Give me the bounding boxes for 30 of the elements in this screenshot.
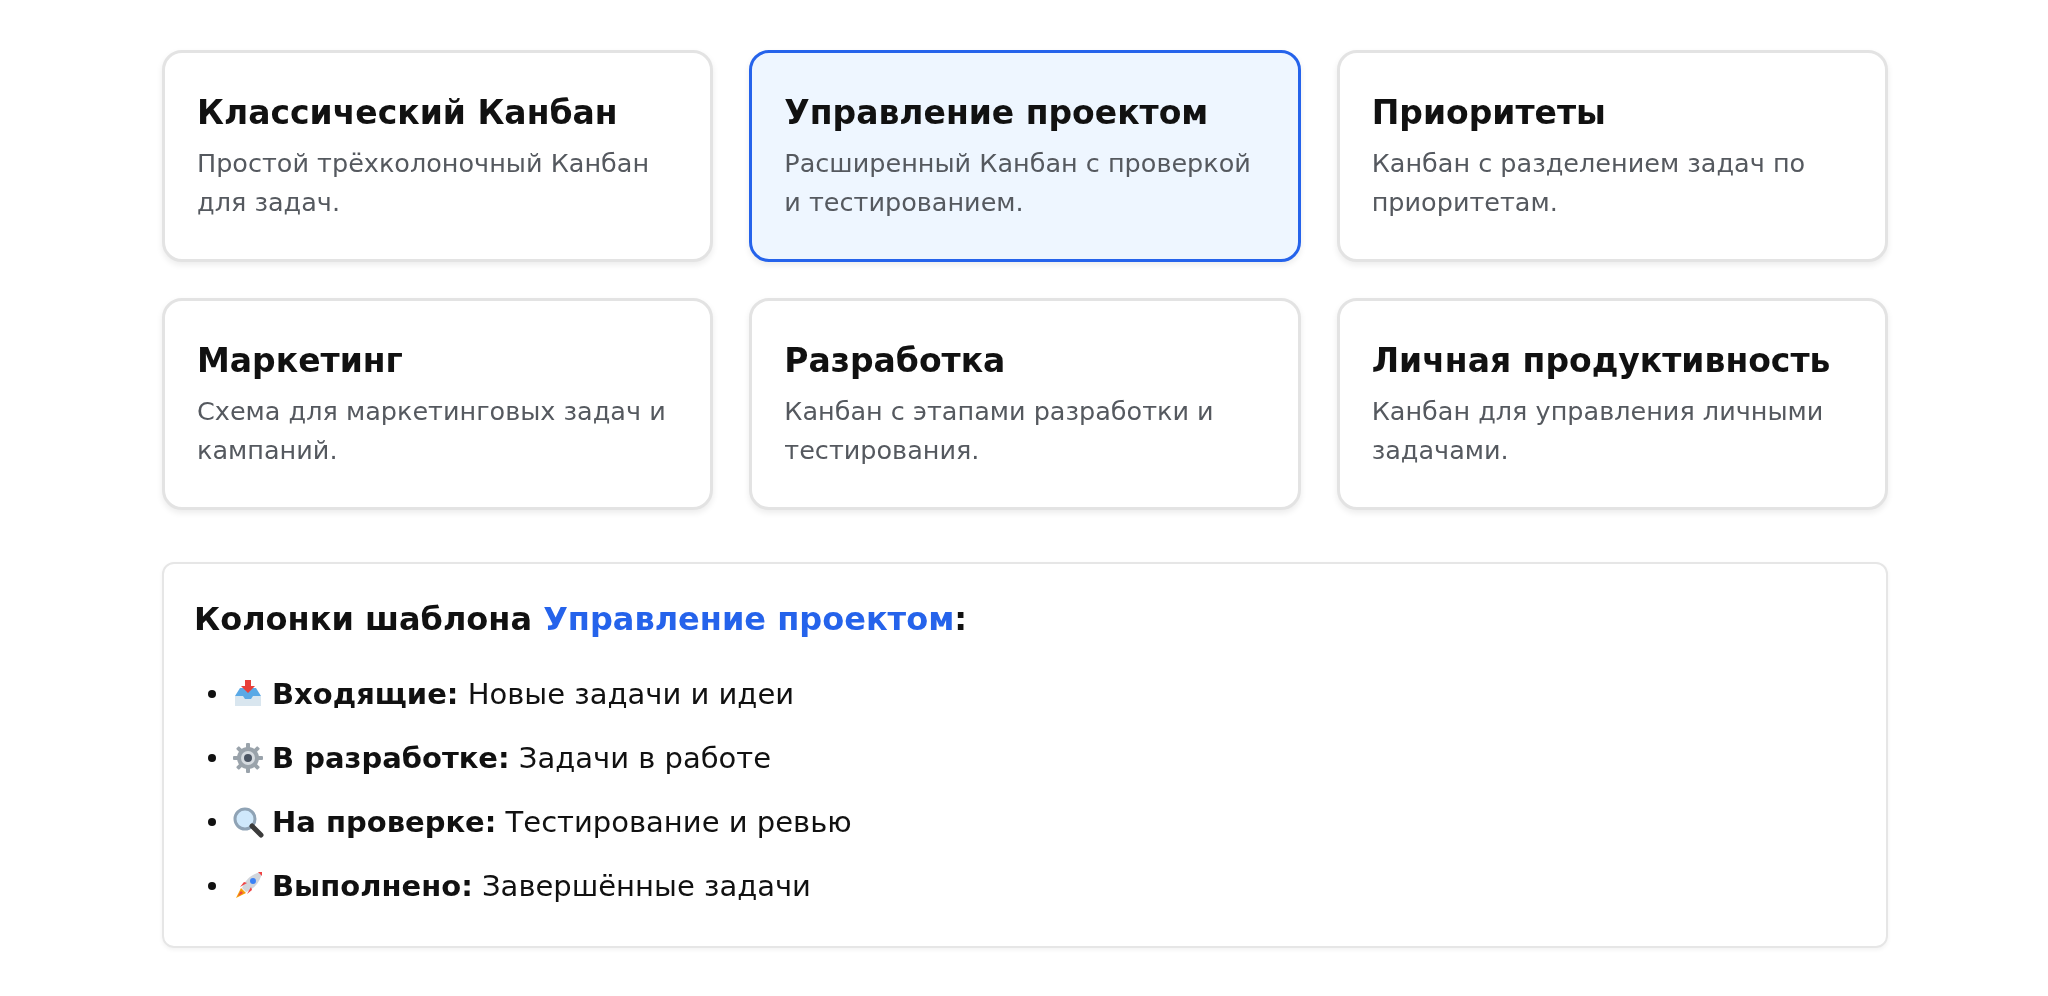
bullet-icon [208, 882, 216, 890]
panel-heading: Колонки шаблона Управление проектом: [194, 600, 969, 638]
card-title: Личная продуктивность [1371, 341, 1832, 380]
card-description: Простой трёхколоночный Канбан для задач. [197, 147, 651, 219]
gear-icon [232, 742, 264, 774]
column-description: На проверке: Тестирование и ревью [272, 805, 852, 839]
card-title: Маркетинг [197, 341, 404, 380]
template-card[interactable]: Управление проектом Расширенный Канбан с проверкой и тестированием. [749, 50, 1301, 262]
column-description: Выполнено: Завершённые задачи [272, 869, 811, 903]
template-name: Управление проектом [543, 600, 955, 638]
template-card[interactable]: Приоритеты Канбан с разделением задач по приоритетам. [1336, 50, 1888, 262]
card-title: Приоритеты [1371, 93, 1607, 132]
card-title: Управление проектом [784, 93, 1210, 132]
bullet-icon [208, 690, 216, 698]
search-icon [232, 806, 264, 838]
column-description: В разработке: Задачи в работе [272, 741, 772, 775]
card-description: Схема для маркетинговых задач и кампаний. [197, 395, 667, 467]
card-description: Расширенный Канбан с проверкой и тестированием. [784, 147, 1252, 219]
card-title: Классический Канбан [197, 93, 619, 132]
template-card[interactable]: Личная продуктивность Канбан для управления личными задачами. [1336, 298, 1888, 510]
card-description: Канбан с этапами разработки и тестирования. [784, 395, 1215, 467]
card-description: Канбан с разделением задач по приоритетам. [1371, 147, 1807, 219]
template-card[interactable]: Маркетинг Схема для маркетинговых задач и кампаний. [162, 298, 714, 510]
template-card[interactable]: Разработка Канбан с этапами разработки и тестирования. [749, 298, 1301, 510]
card-description: Канбан для управления личными задачами. [1371, 395, 1825, 467]
card-title: Разработка [784, 341, 1007, 380]
template-card[interactable]: Классический Канбан Простой трёхколоночный Канбан для задач. [162, 50, 714, 262]
column-description: Входящие: Новые задачи и идеи [272, 677, 795, 711]
bullet-icon [208, 818, 216, 826]
bullet-icon [208, 754, 216, 762]
